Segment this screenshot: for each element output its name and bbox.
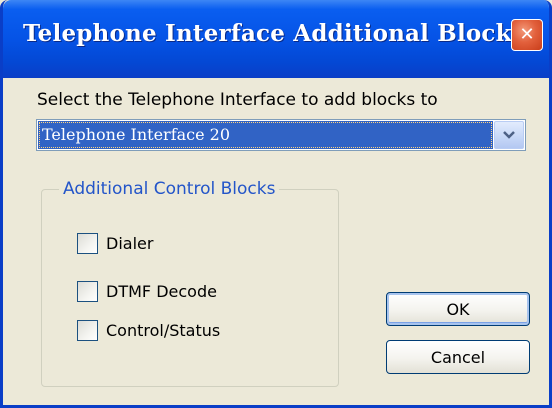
dialog-body: Select the Telephone Interface to add bl… bbox=[3, 78, 549, 405]
dropdown-arrow-button[interactable] bbox=[494, 121, 524, 149]
control-status-option[interactable]: Control/Status bbox=[77, 318, 220, 342]
ok-button[interactable]: OK bbox=[386, 292, 530, 326]
window-title: Telephone Interface Additional Blocks bbox=[23, 20, 525, 47]
close-icon: ✕ bbox=[519, 24, 535, 45]
dtmf-decode-checkbox[interactable] bbox=[77, 280, 98, 302]
interface-dropdown[interactable]: Telephone Interface 20 bbox=[36, 119, 526, 151]
interface-dropdown-value[interactable]: Telephone Interface 20 bbox=[38, 121, 493, 149]
checkbox-label[interactable]: Dialer bbox=[106, 234, 153, 253]
dtmf-decode-option[interactable]: DTMF Decode bbox=[77, 279, 217, 303]
dialer-option[interactable]: Dialer bbox=[77, 231, 153, 255]
interface-select-label: Select the Telephone Interface to add bl… bbox=[37, 90, 438, 110]
cancel-button[interactable]: Cancel bbox=[386, 340, 530, 374]
checkbox-label[interactable]: DTMF Decode bbox=[106, 282, 217, 301]
close-button[interactable]: ✕ bbox=[511, 19, 543, 51]
group-legend: Additional Control Blocks bbox=[59, 179, 280, 199]
control-status-checkbox[interactable] bbox=[77, 319, 98, 341]
checkbox-label[interactable]: Control/Status bbox=[106, 321, 220, 340]
chevron-down-icon bbox=[503, 131, 515, 139]
title-bar[interactable]: Telephone Interface Additional Blocks ✕ bbox=[3, 0, 549, 78]
dialog-window: Telephone Interface Additional Blocks ✕ … bbox=[0, 0, 552, 408]
dialer-checkbox[interactable] bbox=[77, 232, 98, 254]
